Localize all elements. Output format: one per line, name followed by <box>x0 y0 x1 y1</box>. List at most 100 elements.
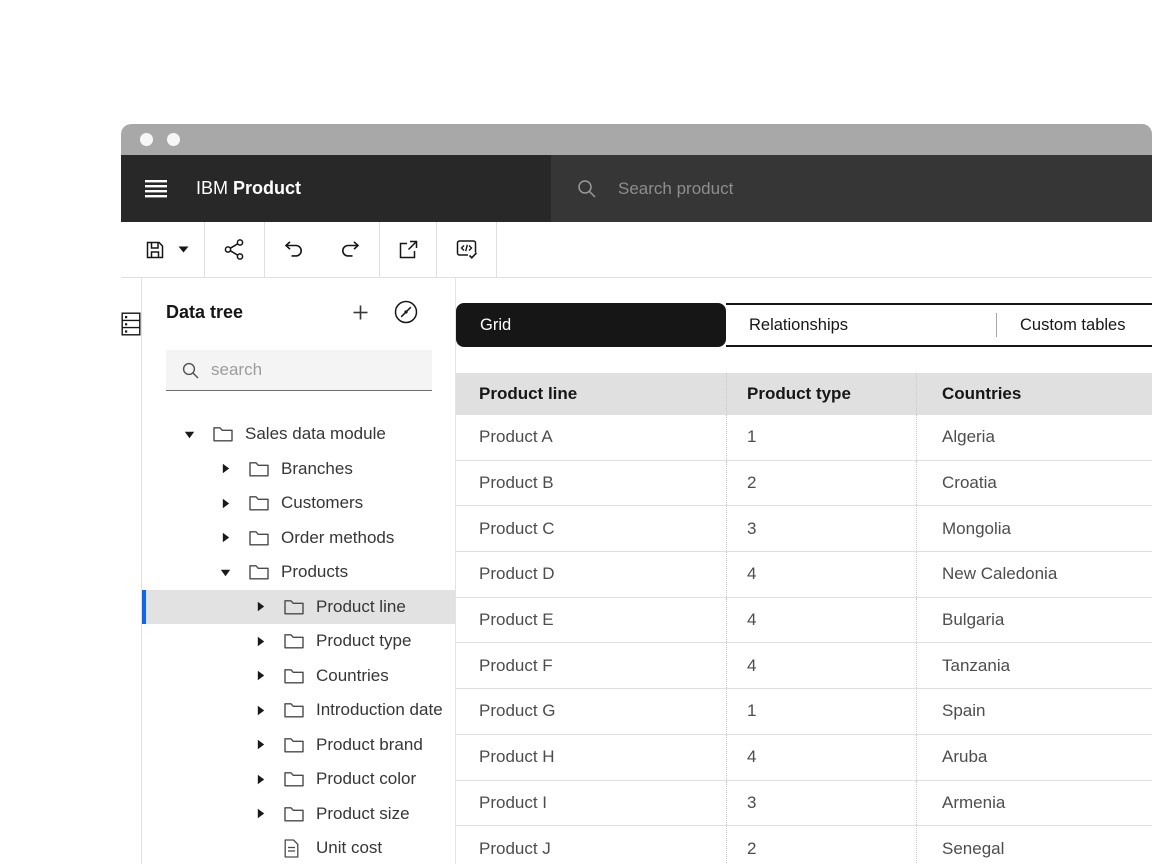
share-icon[interactable] <box>224 222 245 277</box>
cell-product-line[interactable]: Product G <box>456 689 726 734</box>
save-icon[interactable] <box>145 222 165 277</box>
caret-right-icon[interactable] <box>255 739 266 750</box>
table-row[interactable]: Product B 2 Croatia <box>456 461 1152 507</box>
table-row[interactable]: Product C 3 Mongolia <box>456 506 1152 552</box>
table-row[interactable]: Product J 2 Senegal <box>456 826 1152 864</box>
cell-product-line[interactable]: Product J <box>456 826 726 864</box>
cell-product-type[interactable]: 3 <box>726 506 916 551</box>
table-row[interactable]: Product I 3 Armenia <box>456 781 1152 827</box>
cell-product-line[interactable]: Product F <box>456 643 726 688</box>
table-row[interactable]: Product H 4 Aruba <box>456 735 1152 781</box>
tree-item[interactable]: Product brand <box>142 728 455 763</box>
cell-product-line[interactable]: Product E <box>456 598 726 643</box>
table-row[interactable]: Product D 4 New Caledonia <box>456 552 1152 598</box>
tab-custom-tables[interactable]: Custom tables <box>997 305 1152 345</box>
cell-product-line[interactable]: Product I <box>456 781 726 826</box>
code-check-icon[interactable] <box>456 222 478 277</box>
tree-item[interactable]: Products <box>142 555 455 590</box>
window-titlebar[interactable] <box>121 124 1152 155</box>
table-row[interactable]: Product E 4 Bulgaria <box>456 598 1152 644</box>
tab-grid[interactable]: Grid <box>456 303 726 347</box>
tree-item-label: Introduction date <box>316 700 443 720</box>
folder-icon <box>249 530 269 546</box>
window-control-dot[interactable] <box>167 133 180 146</box>
folder-icon <box>284 633 304 649</box>
table-row[interactable]: Product G 1 Spain <box>456 689 1152 735</box>
cell-countries[interactable]: Tanzania <box>916 643 1152 688</box>
undo-icon[interactable] <box>265 222 322 277</box>
cell-product-type[interactable]: 1 <box>726 415 916 460</box>
tree-item[interactable]: Order methods <box>142 521 455 556</box>
caret-right-icon[interactable] <box>220 463 231 474</box>
column-header[interactable]: Product type <box>726 373 916 415</box>
cell-countries[interactable]: Senegal <box>916 826 1152 864</box>
caret-right-icon[interactable] <box>255 636 266 647</box>
tree-item[interactable]: Branches <box>142 452 455 487</box>
tree-item[interactable]: Countries <box>142 659 455 694</box>
cell-countries[interactable]: Algeria <box>916 415 1152 460</box>
global-search-input[interactable] <box>618 179 1152 199</box>
cell-product-type[interactable]: 4 <box>726 552 916 597</box>
cell-product-line[interactable]: Product B <box>456 461 726 506</box>
cell-product-line[interactable]: Product A <box>456 415 726 460</box>
tree-item[interactable]: Customers <box>142 486 455 521</box>
data-list-icon[interactable] <box>121 312 141 336</box>
tree-item[interactable]: Introduction date <box>142 693 455 728</box>
chevron-down-icon[interactable] <box>178 222 189 277</box>
cell-countries[interactable]: Bulgaria <box>916 598 1152 643</box>
caret-right-icon[interactable] <box>255 670 266 681</box>
tree-item-label: Products <box>281 562 348 582</box>
cell-product-type[interactable]: 2 <box>726 826 916 864</box>
cell-product-line[interactable]: Product D <box>456 552 726 597</box>
caret-right-icon[interactable] <box>220 498 231 509</box>
tree-item[interactable]: Product size <box>142 797 455 832</box>
cell-product-line[interactable]: Product H <box>456 735 726 780</box>
caret-right-icon[interactable] <box>255 774 266 785</box>
tree-item[interactable]: Unit cost <box>142 831 455 864</box>
tree-search-input[interactable] <box>211 360 432 380</box>
cell-product-type[interactable]: 4 <box>726 735 916 780</box>
search-icon <box>577 179 596 198</box>
tree-item[interactable]: Product color <box>142 762 455 797</box>
cell-countries[interactable]: Spain <box>916 689 1152 734</box>
tree-item[interactable]: Product type <box>142 624 455 659</box>
toolbar-divider <box>496 222 497 277</box>
tree-item-label: Product line <box>316 597 406 617</box>
cell-countries[interactable]: Armenia <box>916 781 1152 826</box>
caret-right-icon[interactable] <box>255 601 266 612</box>
redo-icon[interactable] <box>322 222 379 277</box>
caret-right-icon[interactable] <box>255 808 266 819</box>
document-icon <box>284 839 299 858</box>
cell-countries[interactable]: New Caledonia <box>916 552 1152 597</box>
cell-countries[interactable]: Aruba <box>916 735 1152 780</box>
column-header[interactable]: Product line <box>456 373 726 415</box>
caret-down-icon[interactable] <box>184 429 195 440</box>
caret-right-icon[interactable] <box>255 705 266 716</box>
hamburger-menu-icon[interactable] <box>145 180 167 198</box>
table-row[interactable]: Product A 1 Algeria <box>456 415 1152 461</box>
cell-product-type[interactable]: 3 <box>726 781 916 826</box>
cell-product-type[interactable]: 2 <box>726 461 916 506</box>
tab-relationships[interactable]: Relationships <box>726 305 996 345</box>
caret-down-icon[interactable] <box>220 567 231 578</box>
tree-item[interactable]: Sales data module <box>142 417 455 452</box>
cell-product-type[interactable]: 4 <box>726 643 916 688</box>
folder-icon <box>284 806 304 822</box>
cell-countries[interactable]: Croatia <box>916 461 1152 506</box>
tab-bar: Grid Relationships Custom tables <box>456 303 1152 347</box>
caret-right-icon[interactable] <box>220 532 231 543</box>
cell-product-line[interactable]: Product C <box>456 506 726 551</box>
compass-icon[interactable] <box>394 300 418 324</box>
window-control-dot[interactable] <box>140 133 153 146</box>
cell-product-type[interactable]: 1 <box>726 689 916 734</box>
launch-icon[interactable] <box>398 222 418 277</box>
table-row[interactable]: Product F 4 Tanzania <box>456 643 1152 689</box>
folder-icon <box>249 564 269 580</box>
cell-product-type[interactable]: 4 <box>726 598 916 643</box>
cell-countries[interactable]: Mongolia <box>916 506 1152 551</box>
column-header[interactable]: Countries <box>916 373 1152 415</box>
plus-icon[interactable] <box>353 305 368 320</box>
tree-item[interactable]: Product line <box>142 590 455 625</box>
grid-table: Product line Product type Countries Prod… <box>456 373 1152 864</box>
data-tree: Sales data module B <box>142 417 455 864</box>
